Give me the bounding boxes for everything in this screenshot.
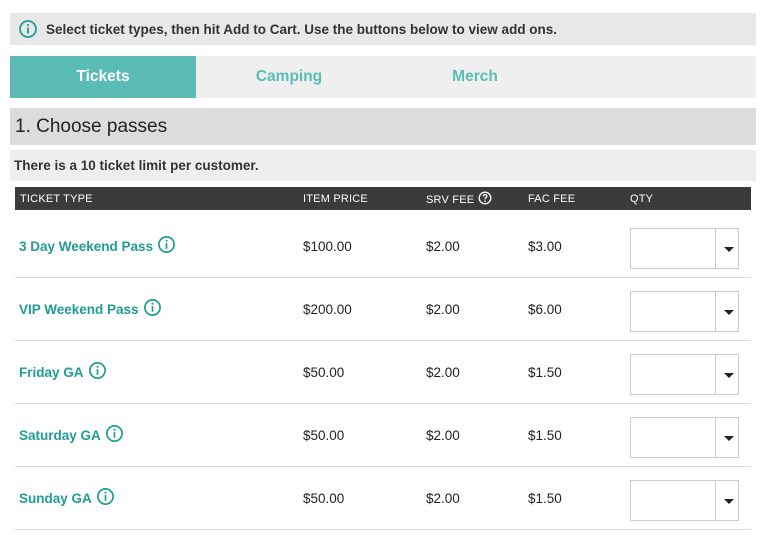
tab-bar: Tickets Camping Merch: [10, 56, 756, 98]
header-srv-fee-label: SRV FEE: [426, 193, 475, 206]
header-fac-fee: FAC FEE: [528, 193, 576, 205]
help-circle-icon[interactable]: [478, 191, 492, 205]
table-row: VIP Weekend Pass $200.00 $2.00 $6.00: [15, 278, 751, 341]
srv-fee: $2.00: [426, 428, 460, 443]
qty-select[interactable]: [630, 291, 739, 332]
fac-fee: $1.50: [528, 428, 562, 443]
info-circle-icon[interactable]: [88, 361, 107, 380]
ticket-limit-note: There is a 10 ticket limit per customer.: [10, 150, 756, 181]
chevron-down-icon: [724, 436, 734, 441]
ticket-name: Sunday GA: [19, 491, 92, 506]
header-srv-fee: SRV FEE: [426, 191, 492, 207]
fac-fee: $1.50: [528, 365, 562, 380]
table-row: Friday GA $50.00 $2.00 $1.50: [15, 341, 751, 404]
qty-select[interactable]: [630, 480, 739, 521]
ticket-name-link[interactable]: 3 Day Weekend Pass: [19, 235, 176, 256]
item-price: $100.00: [303, 239, 352, 254]
info-circle-icon[interactable]: [143, 298, 162, 317]
ticket-name: VIP Weekend Pass: [19, 302, 139, 317]
table-header: TICKET TYPE ITEM PRICE SRV FEE FAC FEE Q…: [15, 187, 751, 210]
srv-fee: $2.00: [426, 365, 460, 380]
ticket-name: Saturday GA: [19, 428, 101, 443]
item-price: $200.00: [303, 302, 352, 317]
srv-fee: $2.00: [426, 491, 460, 506]
qty-divider: [715, 418, 716, 457]
section-title: 1. Choose passes: [10, 108, 756, 145]
ticket-name: Friday GA: [19, 365, 84, 380]
qty-select[interactable]: [630, 417, 739, 458]
qty-divider: [715, 481, 716, 520]
table-row: Sunday GA $50.00 $2.00 $1.50: [15, 467, 751, 530]
chevron-down-icon: [724, 247, 734, 252]
qty-select[interactable]: [630, 354, 739, 395]
header-qty: QTY: [630, 193, 654, 205]
header-ticket-type: TICKET TYPE: [20, 193, 93, 205]
srv-fee: $2.00: [426, 302, 460, 317]
ticket-name-link[interactable]: Saturday GA: [19, 424, 124, 445]
info-circle-icon[interactable]: [96, 487, 115, 506]
item-price: $50.00: [303, 491, 345, 506]
ticket-name-link[interactable]: Friday GA: [19, 361, 107, 382]
item-price: $50.00: [303, 428, 345, 443]
fac-fee: $1.50: [528, 491, 562, 506]
tab-tickets[interactable]: Tickets: [10, 56, 196, 98]
ticket-name-link[interactable]: Sunday GA: [19, 487, 115, 508]
srv-fee: $2.00: [426, 239, 460, 254]
qty-divider: [715, 355, 716, 394]
qty-select[interactable]: [630, 228, 739, 269]
table-row: 3 Day Weekend Pass $100.00 $2.00 $3.00: [15, 215, 751, 278]
chevron-down-icon: [724, 310, 734, 315]
item-price: $50.00: [303, 365, 345, 380]
ticket-name-link[interactable]: VIP Weekend Pass: [19, 298, 162, 319]
header-item-price: ITEM PRICE: [303, 193, 368, 205]
fac-fee: $3.00: [528, 239, 562, 254]
chevron-down-icon: [724, 373, 734, 378]
info-circle-icon: [19, 20, 37, 38]
info-banner: Select ticket types, then hit Add to Car…: [10, 13, 756, 45]
info-circle-icon[interactable]: [157, 235, 176, 254]
ticket-name: 3 Day Weekend Pass: [19, 239, 154, 254]
table-row: Saturday GA $50.00 $2.00 $1.50: [15, 404, 751, 467]
qty-divider: [715, 229, 716, 268]
qty-divider: [715, 292, 716, 331]
info-banner-text: Select ticket types, then hit Add to Car…: [46, 21, 558, 37]
info-circle-icon[interactable]: [105, 424, 124, 443]
tab-camping[interactable]: Camping: [196, 56, 382, 98]
fac-fee: $6.00: [528, 302, 562, 317]
tab-merch[interactable]: Merch: [382, 56, 568, 98]
chevron-down-icon: [724, 499, 734, 504]
